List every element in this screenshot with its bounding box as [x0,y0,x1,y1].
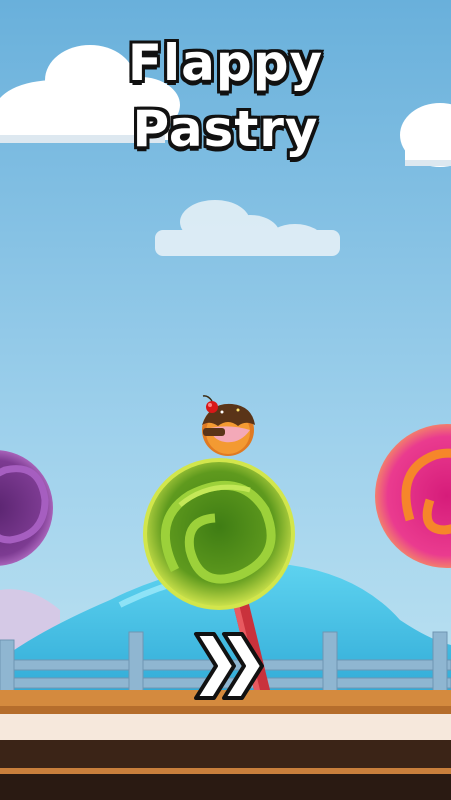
lollipop-obstacle-green [143,458,295,610]
game-title-line-1: Flappy [127,34,324,92]
ground [0,690,451,800]
play-button[interactable] [188,626,268,706]
game-title-line-2: Pastry [132,100,319,158]
double-chevron-right-icon [194,632,264,700]
